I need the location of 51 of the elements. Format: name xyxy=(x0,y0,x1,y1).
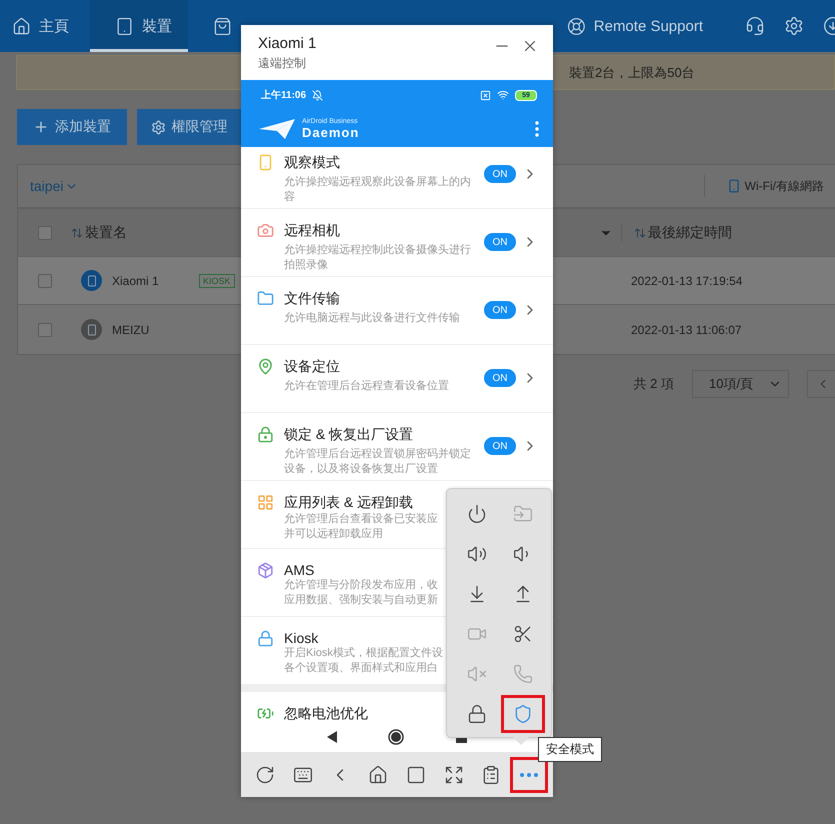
column-header[interactable]: 最後綁定時間 xyxy=(621,224,835,242)
add-device-button[interactable]: 添加裝置 xyxy=(17,109,127,145)
feature-toggle[interactable]: ON xyxy=(484,369,516,387)
feature-toggle[interactable]: ON xyxy=(484,165,516,183)
device-name: MEIZU xyxy=(112,322,150,336)
feature-title: AMS xyxy=(284,562,314,578)
feature-toggle[interactable]: ON xyxy=(484,233,516,251)
feature-description: 允许管理后台远程设置锁屏密码并锁定设备，以及将设备恢复出厂设置 xyxy=(284,447,472,477)
feature-title: 锁定 & 恢复出厂设置 xyxy=(284,426,414,444)
feature-row[interactable]: 文件传输 允许电脑远程与此设备进行文件传输 ON xyxy=(241,277,553,345)
bind-time: 2022-01-13 11:06:07 xyxy=(630,322,743,336)
description-line: 允许管理后台查看设备已安装应 xyxy=(284,512,438,527)
feature-row[interactable]: 设备定位 允许在管理后台远程查看设备位置 ON xyxy=(241,345,553,413)
feature-toggle[interactable]: ON xyxy=(484,437,516,455)
nav-tab[interactable]: Remote Support xyxy=(553,0,703,52)
page-size-select[interactable]: 10項/頁 xyxy=(692,370,789,398)
app-name: Daemon xyxy=(302,124,360,140)
description-line: 并可以远程卸载应用 xyxy=(284,527,383,542)
column-header[interactable]: 裝置名 xyxy=(71,224,199,242)
feature-row[interactable]: 锁定 & 恢复出厂设置 允许管理后台远程设置锁屏密码并锁定设备，以及将设备恢复出厂设置 ON xyxy=(241,413,553,481)
kiosk-tag: KIOSK xyxy=(199,274,235,288)
feature-description: 允许操控端远程控制此设备摄像头进行拍照录像 xyxy=(284,243,472,273)
tooltip: 安全模式 xyxy=(538,737,602,762)
network-filter[interactable]: Wi-Fi/有線網路 xyxy=(704,175,824,197)
description-line: 开启Kiosk模式，根据配置文件设 xyxy=(284,646,443,661)
permissions-button[interactable]: 權限管理 xyxy=(137,109,241,145)
feature-title: 远程相机 xyxy=(284,222,340,240)
total-count: 共 2 項 xyxy=(634,375,674,393)
description-line: 允许管理与分阶段发布应用，收 xyxy=(284,578,438,593)
description-line: 应用数据、强制安装与自动更新 xyxy=(284,593,438,608)
bind-time: 2022-01-13 17:19:54 xyxy=(630,274,744,288)
nav-tab[interactable]: 裝置 xyxy=(90,0,188,52)
feature-title: 应用列表 & 远程卸载 xyxy=(284,494,414,512)
banner-text: 裝置2台，上限為50台 xyxy=(569,64,695,82)
feature-title: 忽略电池优化 xyxy=(284,705,368,722)
feature-description: 允许电脑远程与此设备进行文件传输 xyxy=(284,311,461,326)
feature-toggle[interactable]: ON xyxy=(484,301,516,319)
feature-row[interactable]: 观察模式 允许操控端远程观察此设备屏幕上的内容 ON xyxy=(241,147,553,209)
feature-row[interactable]: 远程相机 允许操控端远程控制此设备摄像头进行拍照录像 ON xyxy=(241,209,553,277)
feature-title: 文件传输 xyxy=(284,290,340,308)
feature-description: 允许在管理后台远程查看设备位置 xyxy=(284,379,450,394)
feature-description: 允许操控端远程观察此设备屏幕上的内容 xyxy=(284,175,472,205)
window-title: Xiaomi 1 xyxy=(258,35,316,52)
feature-title: 观察模式 xyxy=(284,154,340,172)
feature-title: 设备定位 xyxy=(284,358,340,376)
feature-title: Kiosk xyxy=(284,630,318,646)
device-name: Xiaomi 1 xyxy=(112,274,159,288)
status-time: 上午11:06 xyxy=(261,88,306,102)
description-line: 各个设置项、界面样式和应用白 xyxy=(284,661,438,676)
window-subtitle: 遠端控制 xyxy=(258,55,307,72)
nav-tab[interactable]: 主頁 xyxy=(0,0,90,52)
